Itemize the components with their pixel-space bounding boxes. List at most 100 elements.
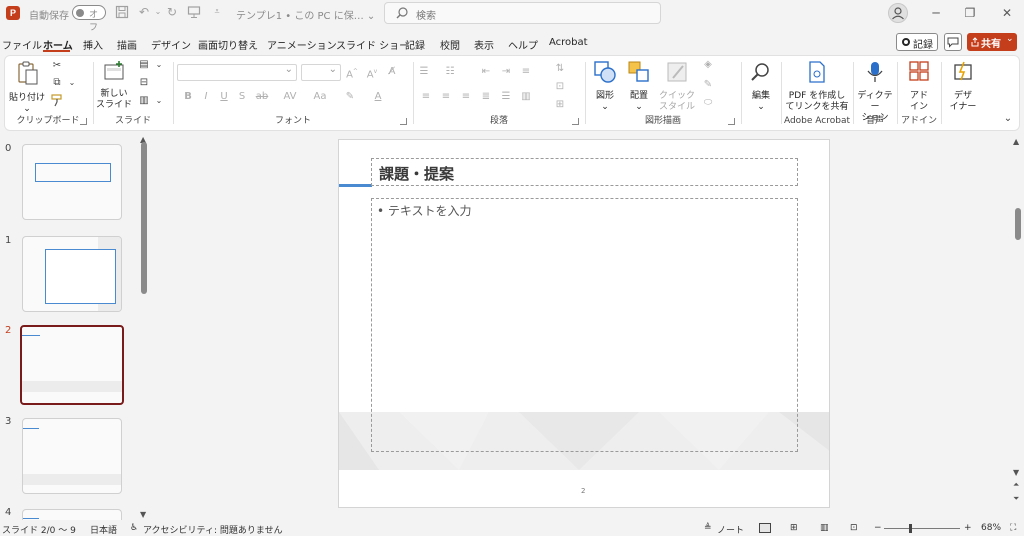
comments-button[interactable] [944, 33, 962, 51]
justify-icon[interactable]: ≣ [479, 90, 493, 104]
create-pdf-share-button[interactable]: PDF を作成し てリンクを共有 [783, 60, 851, 113]
zoom-in-icon[interactable]: + [964, 523, 972, 533]
thumbnail-scrollbar[interactable] [141, 142, 147, 294]
paragraph-launcher[interactable] [572, 118, 579, 125]
close-icon[interactable]: ✕ [996, 3, 1018, 23]
fit-to-window-icon[interactable]: ⛶ [1010, 523, 1016, 533]
underline-icon[interactable]: U [217, 90, 231, 104]
tab-review[interactable]: 校閲 [440, 37, 460, 52]
tab-insert[interactable]: 挿入 [83, 37, 103, 52]
share-dropdown-icon[interactable]: ⌄ [1006, 34, 1014, 44]
font-color-icon[interactable]: A [371, 90, 385, 104]
numbering-icon[interactable]: ☷ [443, 65, 457, 79]
line-spacing-icon[interactable]: ≡ [519, 65, 533, 79]
editor-scroll-up-icon[interactable]: ▲ [1013, 137, 1019, 146]
drawing-launcher[interactable] [728, 118, 735, 125]
section-icon[interactable]: ▥ [137, 94, 151, 108]
decrease-indent-icon[interactable]: ⇤ [479, 65, 493, 79]
account-avatar[interactable] [888, 3, 908, 23]
clear-formatting-icon[interactable]: A̸ [385, 65, 399, 79]
thumb-scroll-down-icon[interactable]: ▼ [140, 510, 146, 519]
tab-transitions[interactable]: 画面切り替え [198, 37, 258, 52]
slideshow-view-icon[interactable]: ⊡ [850, 523, 858, 533]
save-icon[interactable] [115, 5, 129, 19]
slide-body-text[interactable]: • テキストを入力 [377, 202, 472, 219]
cut-icon[interactable]: ✂ [50, 59, 64, 73]
bullets-icon[interactable]: ☰ [417, 65, 431, 79]
change-case-icon[interactable]: Aa [309, 90, 331, 104]
align-center-icon[interactable]: ≡ [439, 90, 453, 104]
bold-icon[interactable]: B [181, 90, 195, 104]
zoom-level[interactable]: 68% [981, 523, 1001, 533]
accessibility-status[interactable]: アクセシビリティ: 問題ありません [143, 523, 283, 536]
layout-dropdown-icon[interactable]: ⌄ [152, 58, 166, 72]
normal-view-icon[interactable] [759, 523, 771, 533]
quick-styles-button[interactable]: クイック スタイル [657, 60, 697, 113]
increase-font-icon[interactable]: A^ [345, 65, 359, 80]
next-slide-icon[interactable]: ⏷ [1013, 494, 1019, 504]
distribute-icon[interactable]: ☰ [499, 90, 513, 104]
shadow-icon[interactable]: S [235, 90, 249, 104]
paste-button[interactable]: 貼り付け ⌄ [7, 60, 47, 115]
autosave-toggle[interactable]: オフ [72, 5, 106, 33]
align-right-icon[interactable]: ≡ [459, 90, 473, 104]
addins-button[interactable]: アド イン [901, 60, 937, 113]
undo-icon[interactable]: ↶ [137, 5, 151, 19]
tab-file[interactable]: ファイル [2, 37, 42, 52]
document-title[interactable]: テンプレ1 • この PC に保… ⌄ [236, 7, 375, 22]
shapes-dropdown-icon[interactable]: ⌄ [589, 102, 621, 113]
slide-title[interactable]: 課題・提案 [379, 163, 454, 184]
editor-scroll-down-icon[interactable]: ▼ [1013, 468, 1019, 477]
italic-icon[interactable]: I [199, 90, 213, 104]
decrease-font-icon[interactable]: Av [365, 65, 379, 80]
arrange-button[interactable]: 配置 ⌄ [623, 60, 655, 113]
slide-canvas[interactable]: 課題・提案 • テキストを入力 2 [338, 139, 830, 508]
zoom-slider[interactable] [884, 528, 960, 529]
text-direction-icon[interactable]: ⇅ [553, 62, 567, 76]
character-spacing-icon[interactable]: AV [279, 90, 301, 104]
record-button[interactable]: 記録 [896, 33, 938, 51]
tab-design[interactable]: デザイン [151, 37, 191, 52]
tab-help[interactable]: ヘルプ [508, 37, 538, 52]
language-indicator[interactable]: 日本語 [90, 523, 117, 536]
tab-acrobat[interactable]: Acrobat [549, 37, 588, 48]
align-left-icon[interactable]: ≡ [419, 90, 433, 104]
editing-button[interactable]: 編集 ⌄ [743, 60, 779, 113]
thumbnail-slide[interactable] [22, 236, 122, 312]
reset-slide-icon[interactable]: ⊟ [137, 76, 151, 90]
editor-scrollbar[interactable] [1015, 208, 1021, 240]
tab-record[interactable]: 記録 [405, 37, 425, 52]
align-text-icon[interactable]: ⊡ [553, 80, 567, 94]
shapes-button[interactable]: 図形 ⌄ [589, 60, 621, 113]
present-from-start-icon[interactable] [187, 5, 201, 19]
arrange-dropdown-icon[interactable]: ⌄ [623, 102, 655, 113]
tab-animations[interactable]: アニメーション [267, 37, 337, 52]
previous-slide-icon[interactable]: ⏶ [1013, 480, 1019, 490]
clipboard-launcher[interactable] [80, 118, 87, 125]
thumbnail-slide-selected[interactable] [20, 325, 124, 405]
copy-icon[interactable]: ⧉ [50, 76, 64, 90]
tab-slideshow[interactable]: スライド ショー [336, 37, 409, 52]
zoom-slider-knob[interactable] [909, 524, 912, 533]
title-placeholder[interactable]: 課題・提案 [371, 158, 798, 186]
thumbnail-slide[interactable] [22, 509, 122, 520]
convert-smartart-icon[interactable]: ⊞ [553, 98, 567, 112]
redo-icon[interactable]: ↻ [165, 5, 179, 19]
editing-dropdown-icon[interactable]: ⌄ [743, 102, 779, 113]
columns-icon[interactable]: ▥ [519, 90, 533, 104]
thumbnail-slide[interactable] [22, 144, 122, 220]
notes-button[interactable]: ノート [717, 523, 744, 536]
share-button[interactable]: 共有 ⌄ [967, 33, 1017, 51]
section-dropdown-icon[interactable]: ⌄ [152, 94, 166, 108]
shape-fill-icon[interactable]: ◈ [701, 58, 715, 72]
zoom-out-icon[interactable]: − [874, 523, 882, 533]
format-painter-icon[interactable] [50, 94, 64, 108]
highlight-icon[interactable]: ✎ [343, 90, 357, 104]
restore-icon[interactable]: ❐ [959, 3, 981, 23]
reading-view-icon[interactable]: ▥ [820, 523, 829, 533]
ribbon-collapse-icon[interactable]: ⌄ [1001, 112, 1015, 126]
font-name-combo[interactable] [177, 64, 297, 81]
minimize-icon[interactable]: ─ [925, 3, 947, 23]
copy-dropdown-icon[interactable]: ⌄ [65, 76, 79, 90]
slide-sorter-icon[interactable]: ⊞ [790, 523, 798, 533]
